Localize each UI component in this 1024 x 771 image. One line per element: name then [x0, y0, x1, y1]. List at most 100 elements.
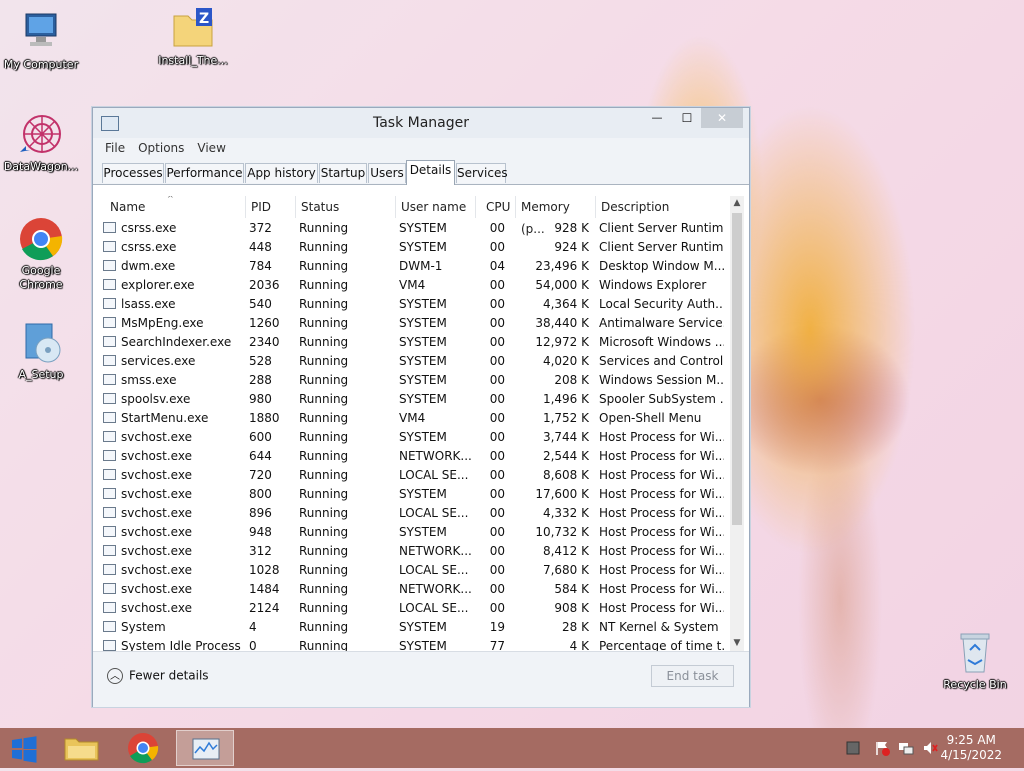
volume-muted-icon[interactable] — [922, 740, 938, 756]
table-row[interactable]: spoolsv.exe 980 Running SYSTEM 00 1,496 K Spoo… — [99, 390, 729, 409]
column-header-cpu[interactable]: CPU — [476, 196, 516, 218]
table-row[interactable]: StartMenu.exe 1880 Running VM4 00 1,752 K Open… — [99, 409, 729, 428]
column-header-name[interactable]: Name ^ — [99, 196, 246, 218]
cell-status: Running — [299, 449, 349, 463]
cell-mem: 928 K — [554, 221, 589, 235]
cell-desc: Host Process for Wi... — [599, 487, 724, 501]
column-header-pid[interactable]: PID — [246, 196, 296, 218]
column-header-memory[interactable]: Memory (p... — [516, 196, 596, 236]
desktop-icon-label: DataWagon... — [3, 160, 79, 173]
table-row[interactable]: svchost.exe 800 Running SYSTEM 00 17,600 K Hos… — [99, 485, 729, 504]
tab-details[interactable]: Details — [406, 160, 455, 185]
cell-cpu: 00 — [489, 411, 505, 425]
cell-mem: 54,000 K — [535, 278, 589, 292]
table-row[interactable]: dwm.exe 784 Running DWM-1 04 23,496 K Desktop … — [99, 257, 729, 276]
scrollbar-thumb[interactable] — [732, 213, 742, 525]
cell-user: SYSTEM — [399, 240, 447, 254]
process-icon — [103, 317, 116, 328]
cell-cpu: 00 — [489, 221, 505, 235]
cell-cpu: 00 — [489, 563, 505, 577]
taskbar-file-explorer[interactable] — [52, 730, 110, 766]
table-row[interactable]: svchost.exe 948 Running SYSTEM 00 10,732 K Hos… — [99, 523, 729, 542]
menu-file[interactable]: File — [99, 138, 132, 155]
cell-desc: Windows Session M... — [599, 373, 724, 387]
vertical-scrollbar[interactable]: ▲ ▼ — [730, 196, 744, 651]
chrome-icon — [128, 733, 159, 764]
tab-services[interactable]: Services — [456, 163, 508, 183]
table-row[interactable]: System 4 Running SYSTEM 19 28 K NT Kernel & Sy… — [99, 618, 729, 637]
network-icon[interactable] — [898, 740, 914, 756]
column-header-status[interactable]: Status — [296, 196, 396, 218]
table-row[interactable]: MsMpEng.exe 1260 Running SYSTEM 00 38,440 K An… — [99, 314, 729, 333]
process-icon — [103, 260, 116, 271]
tray-box-icon[interactable] — [845, 740, 861, 756]
table-row[interactable]: svchost.exe 600 Running SYSTEM 00 3,744 K Host… — [99, 428, 729, 447]
table-row[interactable]: svchost.exe 2124 Running LOCAL SE... 00 908 K… — [99, 599, 729, 618]
table-row[interactable]: svchost.exe 644 Running NETWORK... 00 2,544 K… — [99, 447, 729, 466]
column-header-description[interactable]: Description — [596, 196, 729, 218]
table-row[interactable]: csrss.exe 448 Running SYSTEM 00 924 K Client S… — [99, 238, 729, 257]
maximize-button[interactable]: ☐ — [673, 108, 701, 128]
cell-user: DWM-1 — [399, 259, 443, 273]
cell-desc: Host Process for Wi... — [599, 601, 724, 615]
cell-mem: 23,496 K — [535, 259, 589, 273]
table-row[interactable]: svchost.exe 312 Running NETWORK... 00 8,412 K… — [99, 542, 729, 561]
tab-app-history[interactable]: App history — [245, 163, 318, 183]
desktop-icon-label: Recycle Bin — [943, 678, 1007, 691]
start-button[interactable] — [0, 728, 48, 768]
column-header-user-name[interactable]: User name — [396, 196, 476, 218]
table-row[interactable]: csrss.exe 372 Running SYSTEM 00 928 K Client S… — [99, 219, 729, 238]
taskbar-google-chrome[interactable] — [114, 730, 172, 766]
cell-status: Running — [299, 563, 349, 577]
cell-status: Running — [299, 373, 349, 387]
table-row[interactable]: svchost.exe 896 Running LOCAL SE... 00 4,332 … — [99, 504, 729, 523]
cell-pid: 4 — [249, 620, 257, 634]
tab-users[interactable]: Users — [368, 163, 406, 183]
menu-view[interactable]: View — [191, 138, 232, 155]
cell-desc: Desktop Window M... — [599, 259, 724, 273]
minimize-button[interactable]: — — [643, 108, 671, 128]
cell-desc: Client Server Runtim... — [599, 221, 724, 235]
table-row[interactable]: System Idle Process 0 Running SYSTEM 77 4 K Pe… — [99, 637, 729, 651]
cell-desc: Host Process for Wi... — [599, 525, 724, 539]
system-clock[interactable]: 9:25 AM 4/15/2022 — [940, 733, 1002, 763]
close-button[interactable]: ✕ — [701, 108, 743, 128]
menu-options[interactable]: Options — [132, 138, 191, 155]
table-row[interactable]: explorer.exe 2036 Running VM4 00 54,000 K Wind… — [99, 276, 729, 295]
desktop-icon-recycle-bin[interactable]: Recycle Bin — [934, 630, 1016, 692]
table-row[interactable]: SearchIndexer.exe 2340 Running SYSTEM 00 12,9… — [99, 333, 729, 352]
scroll-down-icon[interactable]: ▼ — [730, 636, 744, 651]
tab-processes[interactable]: Processes — [102, 163, 164, 183]
desktop-icon-datawagon[interactable]: DataWagon... — [0, 112, 82, 174]
task-manager-icon — [192, 738, 220, 760]
desktop-icon-my-computer[interactable]: My Computer — [0, 10, 82, 72]
table-row[interactable]: smss.exe 288 Running SYSTEM 00 208 K Windows S… — [99, 371, 729, 390]
table-row[interactable]: svchost.exe 1028 Running LOCAL SE... 00 7,680… — [99, 561, 729, 580]
cell-status: Running — [299, 487, 349, 501]
action-center-flag-icon[interactable] — [874, 740, 890, 756]
cell-desc: Host Process for Wi... — [599, 506, 724, 520]
end-task-button[interactable]: End task — [651, 665, 734, 687]
cell-user: SYSTEM — [399, 221, 447, 235]
taskbar-task-manager[interactable] — [176, 730, 234, 766]
fewer-details-button[interactable]: ︿ Fewer details — [107, 668, 209, 684]
cell-status: Running — [299, 506, 349, 520]
table-row[interactable]: lsass.exe 540 Running SYSTEM 00 4,364 K Local … — [99, 295, 729, 314]
cell-status: Running — [299, 278, 349, 292]
scroll-up-icon[interactable]: ▲ — [730, 196, 744, 211]
tab-startup[interactable]: Startup — [319, 163, 367, 183]
tab-performance[interactable]: Performance — [165, 163, 244, 183]
table-row[interactable]: svchost.exe 1484 Running NETWORK... 00 584 K H… — [99, 580, 729, 599]
process-icon — [103, 526, 116, 537]
process-icon — [103, 583, 116, 594]
desktop-icon-google-chrome[interactable]: Google Chrome — [0, 216, 82, 292]
title-bar[interactable]: Task Manager — ☐ ✕ — [93, 108, 749, 138]
table-row[interactable]: svchost.exe 720 Running LOCAL SE... 00 8,608 … — [99, 466, 729, 485]
cell-name: svchost.exe — [121, 601, 192, 615]
cell-user: SYSTEM — [399, 430, 447, 444]
cell-status: Running — [299, 430, 349, 444]
desktop-icon-a-setup[interactable]: A_Setup — [0, 320, 82, 382]
cell-name: spoolsv.exe — [121, 392, 191, 406]
table-row[interactable]: services.exe 528 Running SYSTEM 00 4,020 K Ser… — [99, 352, 729, 371]
desktop-icon-install[interactable]: Z Install_The... — [152, 6, 234, 68]
